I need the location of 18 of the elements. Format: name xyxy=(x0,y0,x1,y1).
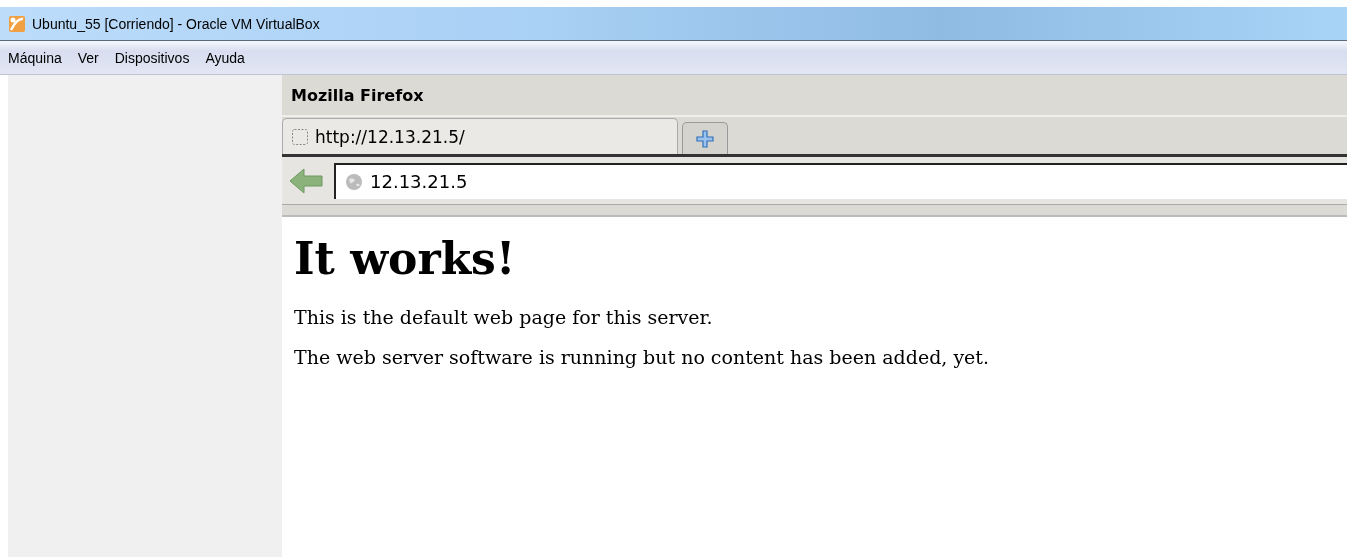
menu-item[interactable]: Máquina xyxy=(4,49,70,66)
window-title: Ubuntu_55 [Corriendo] - Oracle VM VirtualBox xyxy=(32,15,320,32)
menu-item[interactable]: Dispositivos xyxy=(110,49,198,66)
page-paragraph: The web server software is running but no content has been added, yet. xyxy=(294,346,991,368)
browser-title: Mozilla Firefox xyxy=(282,75,1347,115)
globe-icon xyxy=(344,171,364,192)
new-tab-button[interactable] xyxy=(682,122,728,154)
back-button[interactable] xyxy=(288,165,324,196)
plus-icon xyxy=(695,128,715,149)
page-paragraph: This is the default web page for this server. xyxy=(294,306,714,328)
menu-item[interactable]: Ayuda xyxy=(201,49,253,66)
app-icon xyxy=(8,14,26,33)
menu-item[interactable]: Ver xyxy=(73,49,107,66)
page-icon xyxy=(291,127,309,146)
address-bar[interactable]: 12.13.21.5 xyxy=(334,162,1347,199)
browser-tab[interactable]: http://12.13.21.5/ xyxy=(282,118,678,154)
back-arrow-icon xyxy=(288,165,324,196)
page-heading: It works! xyxy=(294,233,517,284)
